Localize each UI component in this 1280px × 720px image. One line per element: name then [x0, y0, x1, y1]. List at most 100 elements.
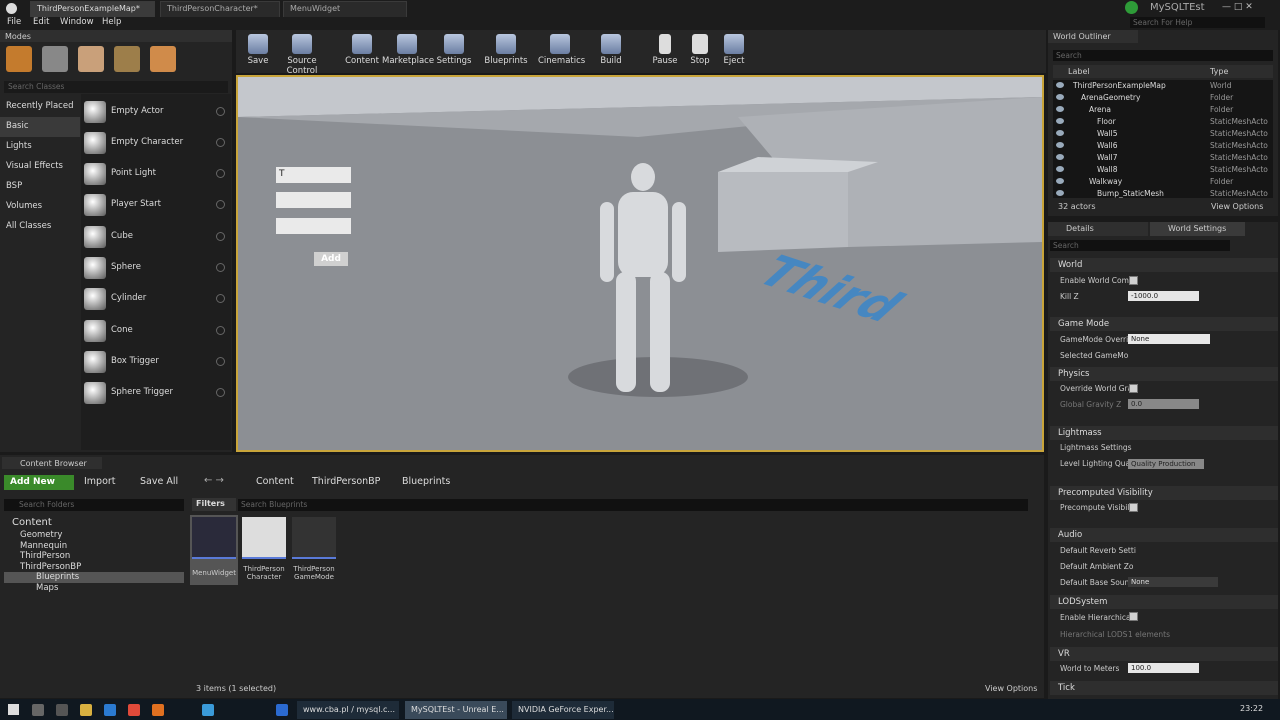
build-button[interactable]: Build — [589, 30, 633, 66]
visibility-eye-icon[interactable] — [1056, 130, 1064, 136]
section-tick[interactable]: Tick — [1050, 681, 1278, 695]
menu-edit[interactable]: Edit — [33, 17, 49, 27]
outliner-row[interactable]: ThirdPersonExampleMap World — [1053, 80, 1273, 92]
outliner-row[interactable]: Wall8 StaticMeshActo — [1053, 164, 1273, 176]
category-basic[interactable]: Basic — [0, 117, 80, 137]
prop-selected-gamemode[interactable]: Selected GameMo — [1060, 351, 1128, 360]
edge-icon[interactable] — [276, 704, 288, 716]
base-sound-select[interactable]: None — [1128, 577, 1218, 587]
outliner-tab[interactable]: World Outliner — [1048, 30, 1138, 43]
visibility-eye-icon[interactable] — [1056, 190, 1064, 196]
actor-cube[interactable]: Cube — [81, 222, 229, 253]
category-volumes[interactable]: Volumes — [0, 197, 80, 217]
cinematics-button[interactable]: Cinematics — [538, 30, 585, 66]
widget-text-input-2[interactable] — [276, 192, 351, 208]
settings-button[interactable]: Settings — [432, 30, 476, 66]
section-world[interactable]: World — [1050, 258, 1278, 272]
visibility-eye-icon[interactable] — [1056, 178, 1064, 184]
path-thirdpersonbp[interactable]: ThirdPersonBP — [312, 476, 380, 487]
menu-window[interactable]: Window — [60, 17, 94, 27]
widget-add-button[interactable]: Add — [314, 252, 348, 266]
outliner-row[interactable]: Wall6 StaticMeshActo — [1053, 140, 1273, 152]
actor-cone[interactable]: Cone — [81, 316, 229, 347]
widget-text-input-1[interactable]: T — [276, 167, 351, 183]
app-icon[interactable] — [202, 704, 214, 716]
taskbar-nvidia-button[interactable]: NVIDIA GeForce Exper... — [512, 701, 614, 719]
actor-box-trigger[interactable]: Box Trigger — [81, 347, 229, 378]
visibility-eye-icon[interactable] — [1056, 142, 1064, 148]
category-bsp[interactable]: BSP — [0, 177, 80, 197]
tree-mannequin[interactable]: Mannequin — [20, 541, 67, 551]
chrome-icon[interactable] — [128, 704, 140, 716]
details-search-input[interactable]: Search — [1050, 240, 1230, 251]
search-blueprints-input[interactable]: Search Blueprints — [238, 499, 1028, 511]
outliner-search-input[interactable]: Search — [1053, 50, 1273, 61]
asset-menuwidget[interactable]: MenuWidget — [190, 515, 238, 585]
col-type[interactable]: Type — [1210, 67, 1228, 76]
section-audio[interactable]: Audio — [1050, 528, 1278, 542]
prop-hierarchical-lods[interactable]: Hierarchical LODS — [1060, 630, 1127, 639]
prop-lightmass-settings[interactable]: Lightmass Settings — [1060, 443, 1132, 452]
geometry-mode-icon[interactable] — [150, 46, 176, 72]
world-settings-tab[interactable]: World Settings — [1150, 222, 1245, 236]
kill-z-field[interactable]: -1000.0 — [1128, 291, 1199, 301]
marketplace-button[interactable]: Marketplace — [382, 30, 434, 66]
tab-character[interactable]: ThirdPersonCharacter* — [160, 1, 280, 17]
tree-maps[interactable]: Maps — [36, 583, 58, 593]
outliner-row[interactable]: Wall5 StaticMeshActo — [1053, 128, 1273, 140]
outliner-row[interactable]: Wall7 StaticMeshActo — [1053, 152, 1273, 164]
path-blueprints[interactable]: Blueprints — [402, 476, 450, 487]
ie-icon[interactable] — [104, 704, 116, 716]
filters-button[interactable]: Filters — [192, 498, 236, 511]
outliner-row[interactable]: Walkway Folder — [1053, 176, 1273, 188]
menu-help[interactable]: Help — [102, 17, 121, 27]
window-controls[interactable]: — □ ✕ — [1222, 2, 1253, 12]
enable-hierarchical-checkbox[interactable] — [1129, 612, 1138, 621]
actor-cylinder[interactable]: Cylinder — [81, 284, 229, 315]
taskbar-browser-button[interactable]: www.cba.pl / mysql.c... — [297, 701, 399, 719]
global-gravity-field[interactable]: 0.0 — [1128, 399, 1199, 409]
task-view-icon[interactable] — [56, 704, 68, 716]
tree-blueprints[interactable]: Blueprints — [36, 572, 79, 582]
actor-player-start[interactable]: Player Start — [81, 190, 229, 221]
tree-thirdperson[interactable]: ThirdPerson — [20, 551, 70, 561]
precompute-visibility-checkbox[interactable] — [1129, 503, 1138, 512]
visibility-eye-icon[interactable] — [1056, 154, 1064, 160]
enable-world-comp-checkbox[interactable] — [1129, 276, 1138, 285]
prop-default-reverb[interactable]: Default Reverb Setti — [1060, 546, 1136, 555]
outliner-row[interactable]: ArenaGeometry Folder — [1053, 92, 1273, 104]
source-control-icon[interactable] — [1125, 1, 1138, 14]
asset-thirdperson-gamemode[interactable]: ThirdPerson GameMode — [290, 515, 338, 585]
category-all-classes[interactable]: All Classes — [0, 217, 80, 237]
actor-point-light[interactable]: Point Light — [81, 159, 229, 190]
override-gravity-checkbox[interactable] — [1129, 384, 1138, 393]
gamemode-select[interactable]: None — [1128, 334, 1210, 344]
start-icon[interactable] — [8, 704, 19, 715]
content-view-options[interactable]: View Options — [985, 684, 1037, 693]
prop-default-ambient[interactable]: Default Ambient Zo — [1060, 562, 1134, 571]
col-label[interactable]: Label — [1068, 67, 1090, 76]
paint-mode-icon[interactable] — [42, 46, 68, 72]
source-control-button[interactable]: Source Control — [274, 30, 330, 76]
history-nav[interactable]: ← → — [204, 475, 224, 486]
visibility-eye-icon[interactable] — [1056, 118, 1064, 124]
tree-thirdpersonbp[interactable]: ThirdPersonBP — [20, 562, 81, 572]
search-icon[interactable] — [32, 704, 44, 716]
actor-sphere[interactable]: Sphere — [81, 253, 229, 284]
visibility-eye-icon[interactable] — [1056, 94, 1064, 100]
section-lodsystem[interactable]: LODSystem — [1050, 595, 1278, 609]
details-tab[interactable]: Details — [1048, 222, 1148, 236]
widget-text-input-3[interactable] — [276, 218, 351, 234]
blueprints-button[interactable]: Blueprints — [484, 30, 528, 66]
tree-content[interactable]: Content — [12, 517, 52, 528]
content-button[interactable]: Content — [340, 30, 384, 66]
place-mode-icon[interactable] — [6, 46, 32, 72]
help-search-input[interactable]: Search For Help — [1130, 17, 1265, 28]
category-lights[interactable]: Lights — [0, 137, 80, 157]
visibility-eye-icon[interactable] — [1056, 166, 1064, 172]
tab-menuwidget[interactable]: MenuWidget — [283, 1, 407, 17]
category-visual-effects[interactable]: Visual Effects — [0, 157, 80, 177]
outliner-row[interactable]: Floor StaticMeshActo — [1053, 116, 1273, 128]
content-browser-tab[interactable]: Content Browser — [2, 457, 102, 469]
foliage-mode-icon[interactable] — [114, 46, 140, 72]
